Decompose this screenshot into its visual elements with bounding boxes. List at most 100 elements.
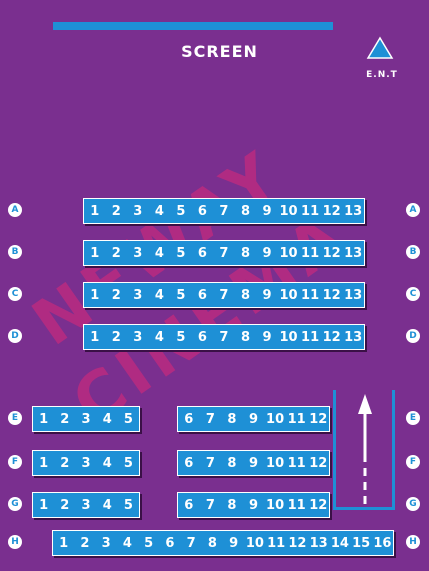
seat-f6[interactable]: 6 bbox=[178, 451, 200, 475]
seat-f7[interactable]: 7 bbox=[200, 451, 222, 475]
seat-f4[interactable]: 4 bbox=[97, 451, 118, 475]
seat-e7[interactable]: 7 bbox=[200, 407, 222, 431]
seat-d9[interactable]: 9 bbox=[256, 325, 278, 349]
seat-d7[interactable]: 7 bbox=[213, 325, 235, 349]
seat-h14[interactable]: 14 bbox=[329, 531, 350, 555]
seat-e5[interactable]: 5 bbox=[118, 407, 139, 431]
seat-e10[interactable]: 10 bbox=[264, 407, 286, 431]
seat-a10[interactable]: 10 bbox=[278, 199, 300, 223]
seat-h1[interactable]: 1 bbox=[53, 531, 74, 555]
seat-c13[interactable]: 13 bbox=[342, 283, 364, 307]
seat-f12[interactable]: 12 bbox=[307, 451, 329, 475]
seat-b9[interactable]: 9 bbox=[256, 241, 278, 265]
seat-a9[interactable]: 9 bbox=[256, 199, 278, 223]
seat-d5[interactable]: 5 bbox=[170, 325, 192, 349]
seat-b6[interactable]: 6 bbox=[192, 241, 214, 265]
seat-d12[interactable]: 12 bbox=[321, 325, 343, 349]
seat-e1[interactable]: 1 bbox=[33, 407, 54, 431]
seat-d4[interactable]: 4 bbox=[149, 325, 171, 349]
seat-h3[interactable]: 3 bbox=[96, 531, 117, 555]
seat-d1[interactable]: 1 bbox=[84, 325, 106, 349]
seat-f3[interactable]: 3 bbox=[75, 451, 96, 475]
seat-c3[interactable]: 3 bbox=[127, 283, 149, 307]
seat-h12[interactable]: 12 bbox=[287, 531, 308, 555]
seat-g11[interactable]: 11 bbox=[286, 493, 308, 517]
seat-a2[interactable]: 2 bbox=[106, 199, 128, 223]
seat-g7[interactable]: 7 bbox=[200, 493, 222, 517]
seat-b11[interactable]: 11 bbox=[299, 241, 321, 265]
seat-f8[interactable]: 8 bbox=[221, 451, 243, 475]
seat-e8[interactable]: 8 bbox=[221, 407, 243, 431]
seat-a11[interactable]: 11 bbox=[299, 199, 321, 223]
seat-h5[interactable]: 5 bbox=[138, 531, 159, 555]
seat-e3[interactable]: 3 bbox=[75, 407, 96, 431]
seat-d6[interactable]: 6 bbox=[192, 325, 214, 349]
seat-c2[interactable]: 2 bbox=[106, 283, 128, 307]
seat-g1[interactable]: 1 bbox=[33, 493, 54, 517]
seat-a1[interactable]: 1 bbox=[84, 199, 106, 223]
seat-d2[interactable]: 2 bbox=[106, 325, 128, 349]
seat-c11[interactable]: 11 bbox=[299, 283, 321, 307]
seat-h4[interactable]: 4 bbox=[117, 531, 138, 555]
seat-h2[interactable]: 2 bbox=[74, 531, 95, 555]
seat-e12[interactable]: 12 bbox=[307, 407, 329, 431]
seat-a3[interactable]: 3 bbox=[127, 199, 149, 223]
seat-c9[interactable]: 9 bbox=[256, 283, 278, 307]
seat-h8[interactable]: 8 bbox=[202, 531, 223, 555]
seat-g10[interactable]: 10 bbox=[264, 493, 286, 517]
seat-h10[interactable]: 10 bbox=[244, 531, 265, 555]
seat-b10[interactable]: 10 bbox=[278, 241, 300, 265]
seat-a6[interactable]: 6 bbox=[192, 199, 214, 223]
seat-f11[interactable]: 11 bbox=[286, 451, 308, 475]
seat-f10[interactable]: 10 bbox=[264, 451, 286, 475]
seat-c12[interactable]: 12 bbox=[321, 283, 343, 307]
seat-g6[interactable]: 6 bbox=[178, 493, 200, 517]
seat-g9[interactable]: 9 bbox=[243, 493, 265, 517]
seat-d8[interactable]: 8 bbox=[235, 325, 257, 349]
seat-e4[interactable]: 4 bbox=[97, 407, 118, 431]
seat-d13[interactable]: 13 bbox=[342, 325, 364, 349]
seat-c1[interactable]: 1 bbox=[84, 283, 106, 307]
seat-f9[interactable]: 9 bbox=[243, 451, 265, 475]
seat-f1[interactable]: 1 bbox=[33, 451, 54, 475]
seat-a5[interactable]: 5 bbox=[170, 199, 192, 223]
seat-h16[interactable]: 16 bbox=[372, 531, 393, 555]
seat-b2[interactable]: 2 bbox=[106, 241, 128, 265]
seat-d10[interactable]: 10 bbox=[278, 325, 300, 349]
seat-h9[interactable]: 9 bbox=[223, 531, 244, 555]
seat-e11[interactable]: 11 bbox=[286, 407, 308, 431]
seat-a7[interactable]: 7 bbox=[213, 199, 235, 223]
seat-g12[interactable]: 12 bbox=[307, 493, 329, 517]
seat-b5[interactable]: 5 bbox=[170, 241, 192, 265]
seat-g8[interactable]: 8 bbox=[221, 493, 243, 517]
seat-f5[interactable]: 5 bbox=[118, 451, 139, 475]
seat-b1[interactable]: 1 bbox=[84, 241, 106, 265]
seat-b12[interactable]: 12 bbox=[321, 241, 343, 265]
seat-h15[interactable]: 15 bbox=[351, 531, 372, 555]
seat-a4[interactable]: 4 bbox=[149, 199, 171, 223]
seat-c4[interactable]: 4 bbox=[149, 283, 171, 307]
seat-e2[interactable]: 2 bbox=[54, 407, 75, 431]
seat-c8[interactable]: 8 bbox=[235, 283, 257, 307]
seat-b7[interactable]: 7 bbox=[213, 241, 235, 265]
seat-b8[interactable]: 8 bbox=[235, 241, 257, 265]
seat-g2[interactable]: 2 bbox=[54, 493, 75, 517]
seat-h7[interactable]: 7 bbox=[181, 531, 202, 555]
seat-e9[interactable]: 9 bbox=[243, 407, 265, 431]
seat-g3[interactable]: 3 bbox=[75, 493, 96, 517]
seat-b13[interactable]: 13 bbox=[342, 241, 364, 265]
seat-b3[interactable]: 3 bbox=[127, 241, 149, 265]
seat-e6[interactable]: 6 bbox=[178, 407, 200, 431]
seat-g5[interactable]: 5 bbox=[118, 493, 139, 517]
seat-a12[interactable]: 12 bbox=[321, 199, 343, 223]
seat-a8[interactable]: 8 bbox=[235, 199, 257, 223]
seat-a13[interactable]: 13 bbox=[342, 199, 364, 223]
seat-d11[interactable]: 11 bbox=[299, 325, 321, 349]
seat-c10[interactable]: 10 bbox=[278, 283, 300, 307]
seat-c6[interactable]: 6 bbox=[192, 283, 214, 307]
seat-b4[interactable]: 4 bbox=[149, 241, 171, 265]
seat-g4[interactable]: 4 bbox=[97, 493, 118, 517]
seat-c7[interactable]: 7 bbox=[213, 283, 235, 307]
seat-c5[interactable]: 5 bbox=[170, 283, 192, 307]
seat-h11[interactable]: 11 bbox=[266, 531, 287, 555]
